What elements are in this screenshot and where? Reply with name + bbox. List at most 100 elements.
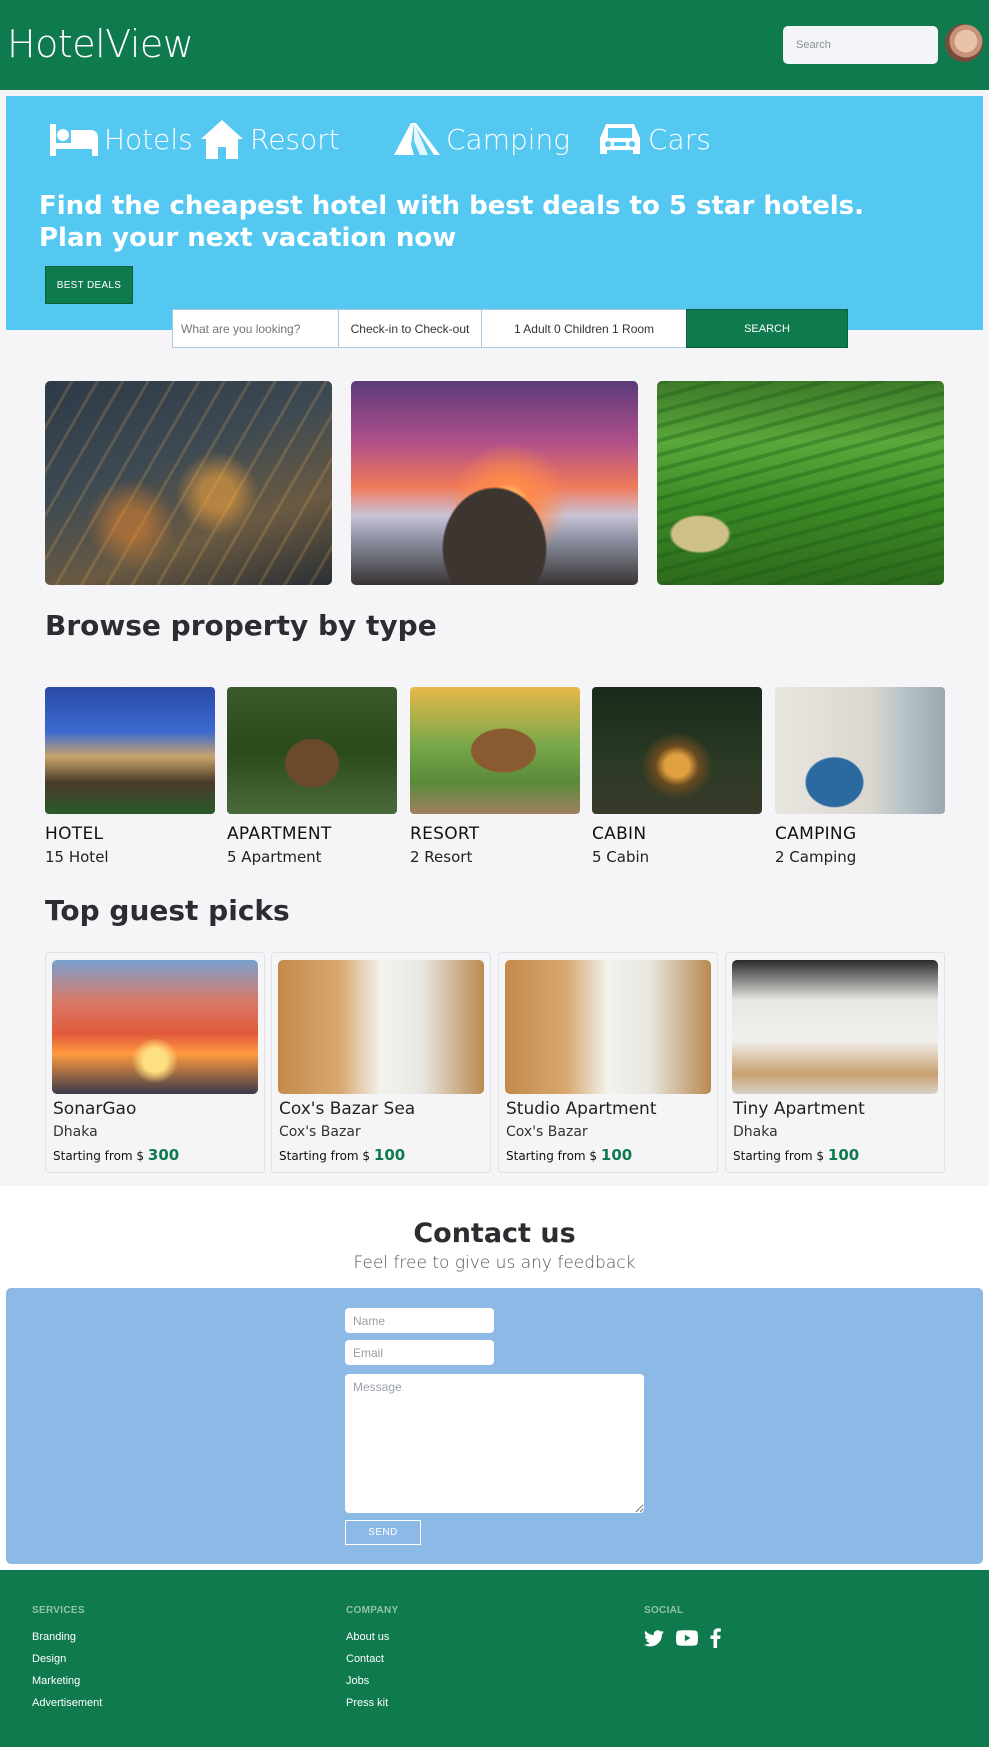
property-type-name: HOTEL [45, 824, 104, 844]
property-image [45, 687, 215, 814]
search-button[interactable]: SEARCH [686, 309, 848, 348]
hero-headline-line: Plan your next vacation now [39, 223, 457, 253]
footer-link[interactable]: Advertisement [32, 1698, 102, 1709]
property-type-resort[interactable]: RESORT 2 Resort [410, 687, 580, 866]
car-icon [600, 124, 640, 154]
name-field[interactable] [345, 1308, 494, 1333]
pick-price: Starting from $ 100 [733, 1146, 859, 1164]
property-type-hotel[interactable]: HOTEL 15 Hotel [45, 687, 215, 866]
pick-city: Cox's Bazar [279, 1124, 361, 1140]
pick-name: Tiny Apartment [733, 1099, 865, 1119]
tent-icon [394, 123, 440, 155]
footer-company: COMPANY About us Contact Jobs Press kit [346, 1605, 398, 1709]
footer-link[interactable]: Branding [32, 1632, 102, 1643]
footer-link[interactable]: Marketing [32, 1676, 102, 1687]
price-prefix: Starting from $ [733, 1149, 825, 1163]
best-deals-button[interactable]: BEST DEALS [45, 266, 133, 304]
category-resort[interactable]: Resort [200, 116, 340, 162]
pick-price: Starting from $ 100 [506, 1146, 632, 1164]
sunset-photo [351, 381, 638, 585]
brand-logo[interactable]: HotelView [7, 22, 194, 66]
price-amount: 300 [147, 1146, 180, 1164]
category-label: Camping [446, 122, 571, 156]
property-type-name: CABIN [592, 824, 647, 844]
pick-image [732, 960, 938, 1094]
property-type-cabin[interactable]: CABIN 5 Cabin [592, 687, 762, 866]
house-icon [201, 120, 243, 159]
avatar[interactable] [945, 24, 983, 62]
property-image [410, 687, 580, 814]
hero-banner: Hotels Resort Camping Cars Find the chea… [6, 96, 983, 330]
pick-city: Cox's Bazar [506, 1124, 588, 1140]
twitter-icon[interactable] [644, 1629, 664, 1647]
price-amount: 100 [373, 1146, 406, 1164]
browse-title: Browse property by type [45, 609, 437, 642]
pick-name: Studio Apartment [506, 1099, 657, 1119]
picks-title: Top guest picks [45, 894, 290, 927]
price-prefix: Starting from $ [53, 1149, 145, 1163]
price-amount: 100 [600, 1146, 633, 1164]
pick-image [52, 960, 258, 1094]
property-image [775, 687, 945, 814]
guests-field[interactable]: 1 Adult 0 Children 1 Room [481, 309, 687, 348]
footer-services: SERVICES Branding Design Marketing Adver… [32, 1605, 102, 1709]
category-hotels[interactable]: Hotels [50, 116, 193, 162]
property-type-count: 5 Apartment [227, 848, 322, 866]
price-prefix: Starting from $ [279, 1149, 371, 1163]
pick-card[interactable]: SonarGao Dhaka Starting from $ 300 [45, 952, 265, 1173]
city-photo [45, 381, 332, 585]
contact-subtitle: Feel free to give us any feedback [353, 1253, 636, 1273]
property-type-count: 2 Resort [410, 848, 473, 866]
footer-link[interactable]: About us [346, 1632, 398, 1643]
property-type-count: 15 Hotel [45, 848, 109, 866]
hero-headline: Find the cheapest hotel with best deals … [39, 190, 939, 254]
category-label: Cars [648, 122, 711, 156]
bed-icon [50, 124, 98, 156]
pick-city: Dhaka [733, 1124, 778, 1140]
category-label: Resort [250, 122, 340, 156]
navbar: HotelView [0, 0, 989, 90]
category-cars[interactable]: Cars [598, 116, 711, 162]
footer-link[interactable]: Contact [346, 1654, 398, 1665]
property-type-name: RESORT [410, 824, 480, 844]
pick-price: Starting from $ 300 [53, 1146, 179, 1164]
property-image [592, 687, 762, 814]
pick-card[interactable]: Studio Apartment Cox's Bazar Starting fr… [498, 952, 718, 1173]
pick-image [278, 960, 484, 1094]
property-type-apartment[interactable]: APARTMENT 5 Apartment [227, 687, 397, 866]
tea-garden-photo [657, 381, 944, 585]
price-amount: 100 [827, 1146, 860, 1164]
footer-heading: SOCIAL [644, 1605, 684, 1616]
footer-heading: SERVICES [32, 1605, 85, 1616]
pick-name: Cox's Bazar Sea [279, 1099, 416, 1119]
category-label: Hotels [104, 122, 193, 156]
facebook-icon[interactable] [710, 1628, 721, 1648]
date-range-field[interactable]: Check-in to Check-out [338, 309, 482, 348]
email-field[interactable] [345, 1340, 494, 1365]
pick-card[interactable]: Cox's Bazar Sea Cox's Bazar Starting fro… [271, 952, 491, 1173]
footer-link[interactable]: Design [32, 1654, 102, 1665]
property-type-count: 5 Cabin [592, 848, 650, 866]
pick-image [505, 960, 711, 1094]
property-type-name: APARTMENT [227, 824, 332, 844]
property-image [227, 687, 397, 814]
social-icons [644, 1628, 721, 1648]
property-type-camping[interactable]: CAMPING 2 Camping [775, 687, 945, 866]
pick-card[interactable]: Tiny Apartment Dhaka Starting from $ 100 [725, 952, 945, 1173]
property-type-count: 2 Camping [775, 848, 857, 866]
youtube-icon[interactable] [676, 1630, 698, 1646]
price-prefix: Starting from $ [506, 1149, 598, 1163]
hero-headline-line: Find the cheapest hotel with best deals … [39, 191, 865, 221]
what-input[interactable] [172, 309, 339, 348]
footer-link[interactable]: Jobs [346, 1676, 398, 1687]
pick-name: SonarGao [53, 1099, 137, 1119]
search-input[interactable] [783, 26, 938, 64]
contact-title: Contact us [413, 1218, 576, 1249]
pick-price: Starting from $ 100 [279, 1146, 405, 1164]
footer-heading: COMPANY [346, 1605, 399, 1616]
category-camping[interactable]: Camping [394, 116, 570, 162]
send-button[interactable]: SEND [345, 1520, 421, 1545]
message-field[interactable] [345, 1374, 644, 1513]
footer [0, 1570, 989, 1747]
footer-link[interactable]: Press kit [346, 1698, 398, 1709]
